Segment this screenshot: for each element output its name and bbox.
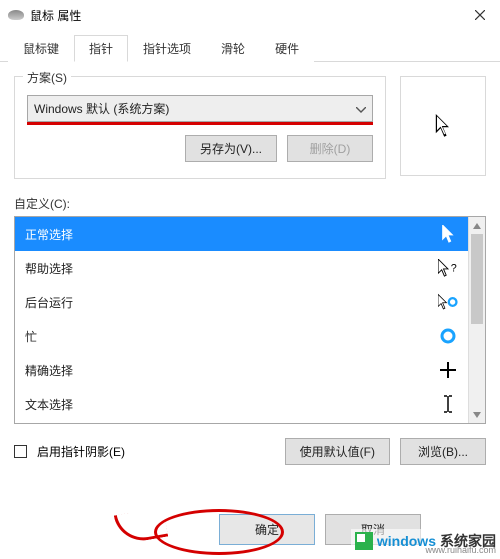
watermark-url: www.ruihaifu.com: [425, 545, 496, 555]
watermark-logo-icon: [355, 532, 373, 550]
arrow-cursor-icon: [434, 114, 452, 138]
tab-pointers[interactable]: 指针: [74, 35, 128, 62]
scheme-legend: 方案(S): [23, 69, 71, 86]
tab-label: 滑轮: [221, 42, 245, 56]
list-item-background-busy[interactable]: 后台运行: [15, 285, 468, 319]
shadow-checkbox-label[interactable]: 启用指针阴影(E): [37, 443, 125, 460]
list-item-text-select[interactable]: 文本选择: [15, 387, 468, 421]
button-label: 浏览(B)...: [418, 445, 468, 459]
list-item-label: 忙: [25, 328, 37, 345]
list-item-label: 精确选择: [25, 362, 73, 379]
arrow-help-cursor-icon: ?: [438, 259, 458, 277]
shadow-checkbox[interactable]: [14, 445, 27, 458]
tab-wheel[interactable]: 滑轮: [206, 35, 260, 62]
list-item-label: 帮助选择: [25, 260, 73, 277]
tab-label: 指针: [89, 42, 113, 56]
chevron-down-icon: [356, 102, 366, 116]
button-label: 确定: [255, 523, 279, 537]
annotation-underline: [27, 122, 373, 125]
close-icon: [475, 10, 485, 20]
scroll-thumb[interactable]: [471, 234, 483, 324]
button-label: 删除(D): [310, 142, 351, 156]
tab-hardware[interactable]: 硬件: [260, 35, 314, 62]
list-item-precision-select[interactable]: 精确选择: [15, 353, 468, 387]
list-item-label: 后台运行: [25, 294, 73, 311]
tab-content: 方案(S) Windows 默认 (系统方案) 另存为(V)... 删除(D) …: [0, 62, 500, 465]
ok-button[interactable]: 确定: [219, 514, 315, 545]
pointer-preview: [400, 76, 486, 176]
use-default-button[interactable]: 使用默认值(F): [285, 438, 390, 465]
close-button[interactable]: [460, 0, 500, 30]
scheme-dropdown[interactable]: Windows 默认 (系统方案): [27, 95, 373, 122]
list-item-help-select[interactable]: 帮助选择 ?: [15, 251, 468, 285]
scheme-selected-value: Windows 默认 (系统方案): [34, 102, 169, 116]
save-as-button[interactable]: 另存为(V)...: [185, 135, 277, 162]
list-item-label: 文本选择: [25, 396, 73, 413]
list-item-normal-select[interactable]: 正常选择: [15, 217, 468, 251]
scroll-up-icon[interactable]: [469, 217, 485, 234]
button-label: 使用默认值(F): [300, 445, 375, 459]
svg-text:?: ?: [451, 263, 457, 275]
watermark: windows 系统家园 www.ruihaifu.com: [351, 529, 500, 553]
tab-label: 指针选项: [143, 42, 191, 56]
customize-label: 自定义(C):: [14, 195, 486, 212]
pointer-list: 正常选择 帮助选择 ? 后台运行 忙 精确选择 文本选择: [14, 216, 486, 424]
tab-strip: 鼠标键 指针 指针选项 滑轮 硬件: [0, 34, 500, 62]
cross-cursor-icon: [438, 362, 458, 378]
tab-mouse-keys[interactable]: 鼠标键: [8, 35, 74, 62]
list-item-label: 正常选择: [25, 226, 73, 243]
list-item-busy[interactable]: 忙: [15, 319, 468, 353]
delete-button: 删除(D): [287, 135, 373, 162]
window-title: 鼠标 属性: [30, 7, 460, 24]
button-label: 另存为(V)...: [200, 142, 262, 156]
tab-label: 硬件: [275, 42, 299, 56]
arrow-busy-cursor-icon: [438, 293, 458, 311]
busy-cursor-icon: [438, 328, 458, 344]
arrow-cursor-icon: [438, 225, 458, 243]
scroll-track[interactable]: [469, 234, 485, 406]
titlebar: 鼠标 属性: [0, 0, 500, 30]
tab-label: 鼠标键: [23, 42, 59, 56]
ibeam-cursor-icon: [438, 395, 458, 413]
scroll-down-icon[interactable]: [469, 406, 485, 423]
scheme-group: 方案(S) Windows 默认 (系统方案) 另存为(V)... 删除(D): [14, 76, 386, 179]
tab-pointer-options[interactable]: 指针选项: [128, 35, 206, 62]
list-scrollbar[interactable]: [468, 217, 485, 423]
mouse-icon: [8, 10, 24, 20]
browse-button[interactable]: 浏览(B)...: [400, 438, 486, 465]
